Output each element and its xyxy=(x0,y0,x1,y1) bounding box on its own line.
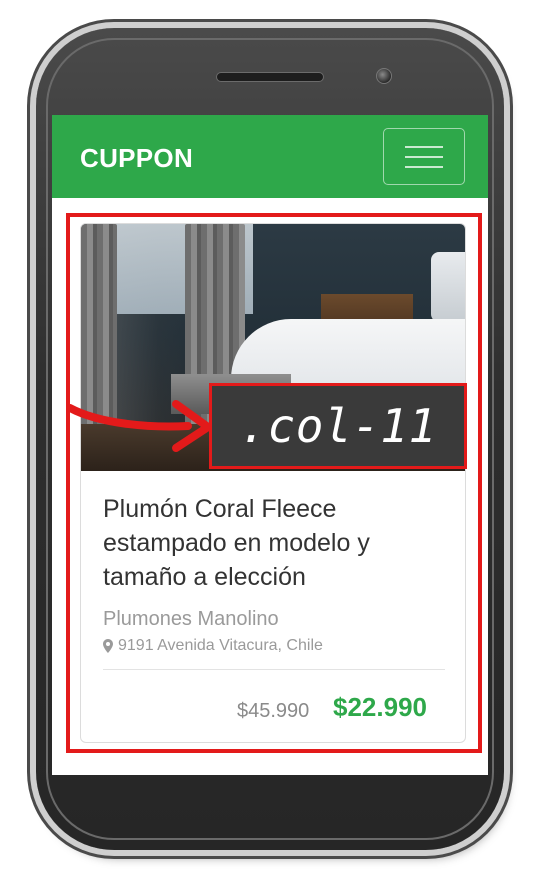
navbar: CUPPON xyxy=(52,115,488,198)
address-text: 9191 Avenida Vitacura, Chile xyxy=(118,637,323,654)
menu-toggle-button[interactable] xyxy=(383,128,465,185)
discount-price: $22.990 xyxy=(333,692,427,722)
deal-card[interactable]: Plumón Coral Fleece estampado en modelo … xyxy=(80,223,466,743)
hamburger-menu-icon xyxy=(405,146,443,148)
map-pin-icon xyxy=(103,639,113,653)
deal-title[interactable]: Plumón Coral Fleece estampado en modelo … xyxy=(103,492,443,594)
vendor-name: Plumones Manolino xyxy=(103,608,279,630)
vendor-address: 9191 Avenida Vitacura, Chile xyxy=(103,637,323,655)
col-11-label: .col-11 xyxy=(209,383,467,469)
phone-camera xyxy=(376,68,392,84)
phone-speaker xyxy=(216,72,324,82)
brand-logo[interactable]: CUPPON xyxy=(80,143,193,174)
card-divider xyxy=(103,669,445,670)
original-price: $45.990 xyxy=(237,700,310,722)
